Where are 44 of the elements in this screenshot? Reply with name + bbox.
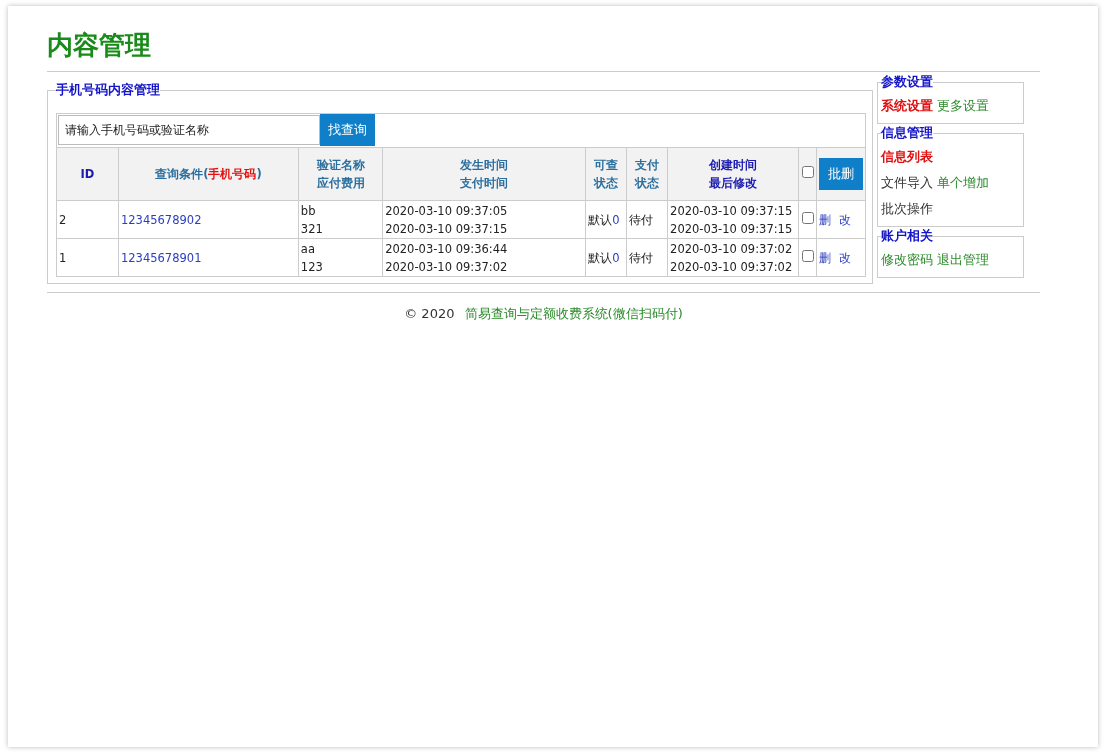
action-link[interactable]: 删 — [819, 250, 831, 265]
sidebar-item[interactable]: 修改密码 — [881, 252, 933, 267]
select-all-checkbox[interactable] — [801, 166, 814, 178]
copyright-text: © 2020 — [404, 306, 455, 321]
query-status: 默认0 — [588, 212, 620, 227]
table-cell: 待付 — [626, 200, 668, 239]
column-header: 创建时间 最后修改 — [667, 148, 799, 201]
sidebar-item[interactable]: 更多设置 — [937, 98, 989, 113]
column-header: 可查 状态 — [585, 148, 627, 201]
table-cell: 2020-03-10 09:37:05 2020-03-10 09:37:15 — [382, 200, 586, 239]
column-header: 查询条件(手机号码) — [118, 148, 299, 201]
sidebar-heading: 信息管理 — [881, 125, 933, 142]
sidebar-item[interactable]: 信息列表 — [881, 149, 933, 164]
action-link[interactable]: 改 — [839, 250, 851, 265]
action-link[interactable]: 删 — [819, 212, 831, 227]
sidebar-item[interactable]: 系统设置 — [881, 98, 933, 113]
column-header: ID — [57, 148, 119, 201]
action-link[interactable]: 改 — [839, 212, 851, 227]
column-header: 验证名称 应付费用 — [298, 148, 383, 201]
table-cell: 1 — [57, 238, 119, 276]
sidebar-item[interactable]: 单个增加 — [937, 175, 989, 190]
table-cell: 2020-03-10 09:37:15 2020-03-10 09:37:15 — [667, 200, 799, 239]
sidebar-item: 文件导入 — [881, 175, 933, 190]
batch-delete-button[interactable]: 批删 — [819, 158, 863, 190]
sidebar-heading: 参数设置 — [881, 74, 933, 91]
footer-link[interactable]: 简易查询与定额收费系统(微信扫码付) — [464, 306, 683, 321]
sidebar-heading: 账户相关 — [881, 228, 933, 245]
table-cell: 2 — [57, 200, 119, 239]
query-status: 默认0 — [588, 250, 620, 265]
sidebar-item[interactable]: 退出管理 — [937, 252, 989, 267]
table-cell: aa 123 — [298, 238, 383, 276]
sidebar-item: 批次操作 — [881, 201, 933, 216]
search-button[interactable]: 找查询 — [320, 114, 375, 146]
phone-link[interactable]: 12345678901 — [120, 250, 202, 265]
table-cell: 2020-03-10 09:37:02 2020-03-10 09:37:02 — [667, 238, 799, 276]
row-checkbox[interactable] — [801, 211, 814, 224]
column-header: 发生时间 支付时间 — [382, 148, 586, 201]
phone-link[interactable]: 12345678902 — [120, 212, 202, 227]
row-checkbox[interactable] — [801, 249, 814, 262]
table-cell: 待付 — [626, 238, 668, 276]
search-field[interactable]: 请输入手机号码或验证名称 — [58, 115, 320, 145]
column-header: 支付 状态 — [626, 148, 668, 201]
panel-legend: 手机号码内容管理 — [56, 82, 160, 99]
page-title: 内容管理 — [47, 28, 1040, 72]
